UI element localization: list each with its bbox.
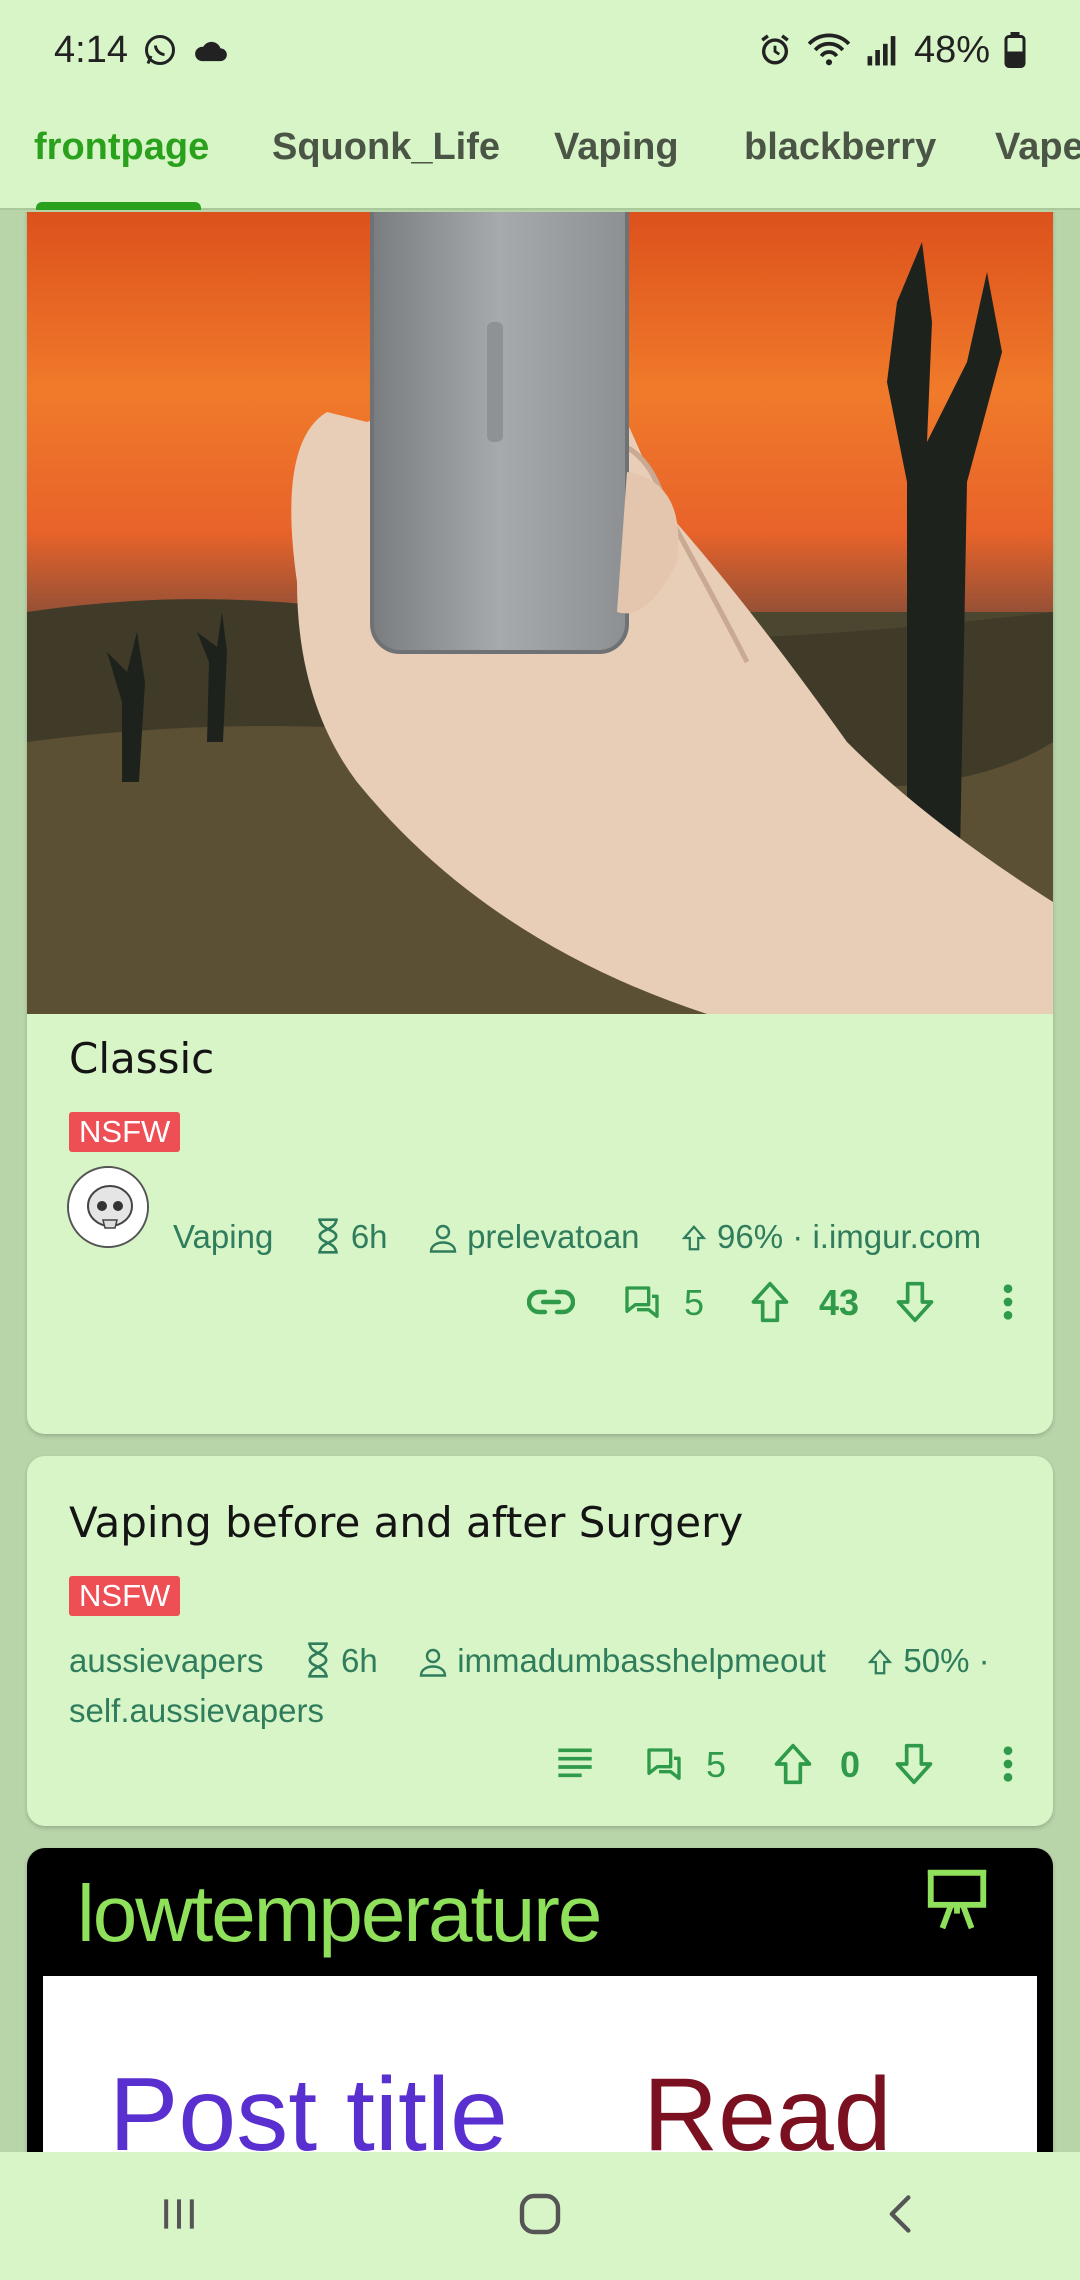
comments-icon <box>647 1748 681 1780</box>
tab-vape[interactable]: Vape <box>995 126 1080 169</box>
post-author[interactable]: prelevatoan <box>467 1218 639 1255</box>
comments-button[interactable]: 5 <box>622 1282 704 1324</box>
more-vert-icon <box>1003 1746 1013 1782</box>
link-button[interactable] <box>527 1282 575 1322</box>
post-meta: aussievapers 6h immadumbasshelpmeout 50%… <box>69 1636 1029 1736</box>
post-domain[interactable]: self.aussievapers <box>69 1692 324 1729</box>
comments-button[interactable]: 5 <box>644 1744 726 1786</box>
user-icon <box>419 1648 447 1677</box>
link-icon <box>527 1289 575 1315</box>
post-card[interactable]: lowtemperature Post title Read <box>27 1848 1053 2152</box>
downvote-button[interactable] <box>892 1280 938 1324</box>
alarm-icon <box>758 33 792 67</box>
subreddit-link[interactable]: Vaping <box>173 1218 273 1255</box>
text-lines-icon <box>558 1748 592 1778</box>
user-icon <box>429 1224 457 1253</box>
downvote-icon <box>895 1743 933 1785</box>
battery-icon <box>1004 32 1026 68</box>
post-score: 0 <box>840 1744 861 1785</box>
nsfw-badge: NSFW <box>69 1576 181 1616</box>
active-tab-indicator <box>36 202 201 210</box>
tab-vaping[interactable]: Vaping <box>554 126 679 169</box>
upvote-ratio-icon <box>867 1649 893 1675</box>
post-author[interactable]: immadumbasshelpmeout <box>457 1642 826 1679</box>
subreddit-link[interactable]: aussievapers <box>69 1642 263 1679</box>
meta-separator: · <box>792 1218 813 1255</box>
status-right: 48% <box>758 29 1026 72</box>
post-image[interactable] <box>27 212 1053 1014</box>
home-button[interactable] <box>516 2190 564 2243</box>
image-read-text: Read <box>643 2057 892 2152</box>
cloud-icon <box>192 35 230 65</box>
back-icon <box>889 2194 911 2233</box>
comment-count: 5 <box>706 1744 727 1785</box>
downvote-button[interactable] <box>891 1742 937 1786</box>
post-title[interactable]: Vaping before and after Surgery <box>69 1498 743 1547</box>
upvote-icon <box>774 1743 812 1785</box>
status-left: 4:14 <box>54 29 230 72</box>
home-icon <box>519 2193 561 2234</box>
post-age: 6h <box>340 1642 378 1679</box>
comment-count: 5 <box>684 1282 705 1323</box>
signal-icon <box>866 34 900 66</box>
upvote-icon <box>751 1281 789 1323</box>
post-title[interactable]: Classic <box>69 1034 214 1083</box>
downvote-icon <box>896 1281 934 1323</box>
presentation-icon[interactable] <box>922 1864 992 1934</box>
post-score: 43 <box>819 1282 860 1323</box>
image-title-text: Post title <box>109 2057 508 2152</box>
upvote-button[interactable] <box>747 1280 793 1324</box>
image-text: lowtemperature <box>77 1869 602 1958</box>
tab-squonk-life[interactable]: Squonk_Life <box>272 126 500 169</box>
system-navigation-bar <box>0 2152 1080 2280</box>
post-image[interactable]: lowtemperature Post title Read <box>27 1848 1053 2152</box>
post-card[interactable]: Vaping before and after Surgery NSFW aus… <box>27 1456 1053 1826</box>
comments-icon <box>625 1286 659 1318</box>
status-bar: 4:14 48% <box>0 0 1080 100</box>
status-time: 4:14 <box>54 28 128 71</box>
subreddit-tabs: frontpage Squonk_Life Vaping blackberry … <box>0 100 1080 210</box>
more-options-button[interactable] <box>1002 1282 1014 1322</box>
nsfw-badge: NSFW <box>69 1112 181 1152</box>
upvote-button[interactable] <box>770 1742 816 1786</box>
post-domain[interactable]: i.imgur.com <box>812 1218 981 1255</box>
recents-icon <box>164 2198 195 2229</box>
upvote-ratio: 96% <box>717 1218 784 1255</box>
hourglass-icon <box>307 1642 328 1678</box>
post-meta: Vaping 6h prelevatoan 96% · i.imgur.com <box>173 1218 981 1256</box>
upvote-ratio-icon <box>681 1225 707 1251</box>
subreddit-avatar[interactable] <box>67 1166 149 1248</box>
tab-blackberry[interactable]: blackberry <box>744 126 936 169</box>
post-card[interactable]: Classic NSFW Vaping 6h prelevatoan 96% ·… <box>27 212 1053 1434</box>
text-post-button[interactable] <box>555 1744 595 1780</box>
wifi-icon <box>806 33 852 67</box>
more-options-button[interactable] <box>1002 1744 1014 1784</box>
post-feed[interactable]: Classic NSFW Vaping 6h prelevatoan 96% ·… <box>0 212 1080 2152</box>
hourglass-icon <box>317 1218 338 1254</box>
battery-percent: 48% <box>913 28 990 71</box>
image-panel: Post title Read <box>43 1976 1037 2152</box>
whatsapp-icon <box>142 32 178 68</box>
more-vert-icon <box>1003 1284 1013 1320</box>
upvote-ratio: 50% <box>903 1642 970 1679</box>
tab-frontpage[interactable]: frontpage <box>34 126 209 169</box>
post-age: 6h <box>350 1218 388 1255</box>
recents-button[interactable] <box>157 2192 201 2241</box>
meta-separator: · <box>978 1642 990 1679</box>
back-button[interactable] <box>879 2192 923 2241</box>
